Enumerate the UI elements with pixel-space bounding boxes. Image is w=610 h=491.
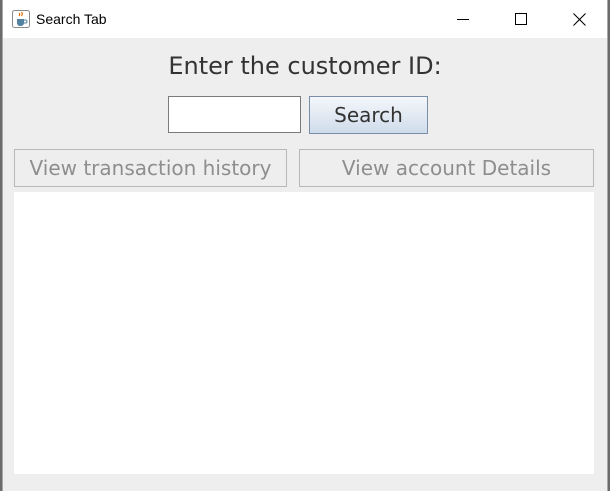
- search-button[interactable]: Search: [309, 96, 428, 134]
- maximize-button[interactable]: [498, 0, 544, 38]
- customer-id-input[interactable]: [168, 96, 301, 133]
- view-account-details-button[interactable]: View account Details: [299, 149, 594, 187]
- title-bar[interactable]: Search Tab: [3, 0, 607, 38]
- minimize-icon: [457, 19, 469, 20]
- java-coffee-icon: [12, 10, 30, 28]
- close-button[interactable]: [556, 0, 602, 38]
- results-panel: [14, 192, 594, 474]
- maximize-icon: [515, 13, 527, 25]
- customer-id-prompt: Enter the customer ID:: [168, 52, 442, 80]
- view-transaction-history-button[interactable]: View transaction history: [14, 149, 287, 187]
- minimize-button[interactable]: [440, 0, 486, 38]
- window-title: Search Tab: [36, 11, 107, 27]
- search-tab-window: Search Tab Enter the customer ID: Search…: [2, 0, 608, 491]
- window-bottom-border: [3, 474, 607, 491]
- close-icon: [572, 12, 586, 26]
